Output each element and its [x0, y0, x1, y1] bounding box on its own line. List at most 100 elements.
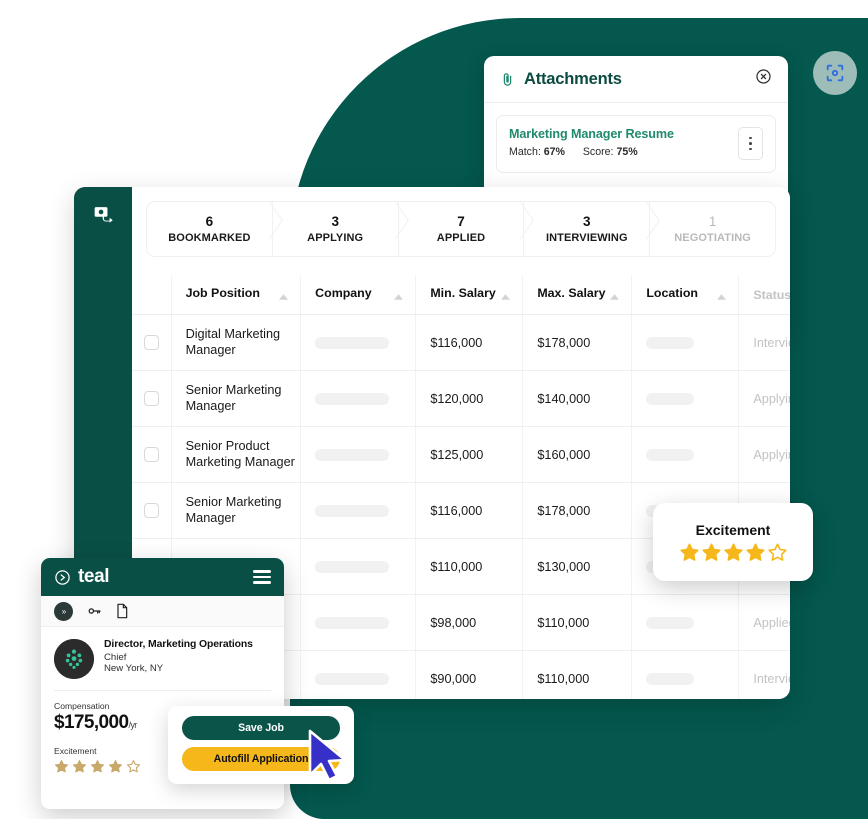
table-header-row: Job Position Company Min. Salary Max. Sa… — [132, 275, 790, 315]
column-header-status[interactable]: Status — [738, 275, 790, 315]
cell-min-salary: $116,000 — [415, 482, 524, 539]
sort-ascending-icon — [394, 289, 404, 303]
extension-company: Chief — [104, 652, 127, 663]
row-checkbox[interactable] — [144, 503, 159, 518]
attachment-menu-button[interactable] — [738, 127, 763, 160]
placeholder-bar — [646, 392, 695, 405]
divider — [54, 690, 271, 691]
pipeline-stage-bookmarked[interactable]: 6 BOOKMARKED — [147, 202, 273, 256]
cell-location — [631, 426, 740, 483]
column-header-company[interactable]: Company — [300, 275, 417, 315]
compensation-amount: $175,000 — [54, 712, 129, 733]
match-value: 67% — [543, 146, 565, 158]
row-checkbox[interactable] — [144, 335, 159, 350]
attachment-item[interactable]: Marketing Manager Resume Match: 67% Scor… — [496, 115, 776, 173]
row-checkbox-cell[interactable] — [132, 370, 172, 427]
column-label: Min. Salary — [430, 286, 496, 300]
cell-location — [631, 594, 740, 651]
sort-ascending-icon — [501, 289, 511, 303]
cell-location — [631, 650, 740, 699]
attachment-name: Marketing Manager Resume — [509, 127, 674, 141]
column-label: Job Position — [185, 286, 260, 300]
placeholder-bar — [315, 672, 390, 685]
cell-min-salary: $116,000 — [415, 314, 524, 371]
star-icon — [723, 542, 743, 561]
placeholder-bar — [315, 392, 390, 405]
column-header-job-position[interactable]: Job Position — [171, 275, 302, 315]
column-label: Status — [753, 287, 790, 302]
row-checkbox-cell[interactable] — [132, 426, 172, 483]
job-position-text: Senior Marketing Manager — [185, 382, 282, 413]
row-checkbox[interactable] — [144, 447, 159, 462]
select-all-header[interactable] — [132, 275, 172, 315]
cell-max-salary: $178,000 — [522, 314, 633, 371]
key-icon[interactable] — [86, 603, 102, 619]
cell-location — [631, 314, 740, 371]
star-icon — [127, 760, 140, 773]
cell-max-salary: $160,000 — [522, 426, 633, 483]
column-label: Max. Salary — [537, 286, 606, 300]
extension-job-summary: Director, Marketing Operations Chief New… — [54, 639, 271, 679]
document-icon[interactable] — [115, 603, 129, 619]
cell-status: Applied — [738, 594, 790, 651]
score-label: Score: — [582, 146, 614, 158]
job-position-text: Senior Marketing Manager — [185, 494, 282, 525]
cell-company — [300, 650, 417, 699]
column-header-min-salary[interactable]: Min. Salary — [415, 275, 524, 315]
star-icon — [679, 542, 699, 561]
extension-logo: teal — [54, 566, 110, 588]
cell-status: Intervie — [738, 314, 790, 371]
cell-max-salary: $140,000 — [522, 370, 633, 427]
chevrons-icon[interactable]: » — [54, 601, 73, 621]
stage-count: 1 — [708, 214, 717, 230]
pipeline-stages: 6 BOOKMARKED 3 APPLYING 7 APPLIED 3 INTERVIEWIN… — [146, 201, 776, 257]
placeholder-bar — [315, 560, 390, 573]
cell-max-salary: $110,000 — [522, 594, 633, 651]
column-header-max-salary[interactable]: Max. Salary — [522, 275, 633, 315]
excitement-label: Excitement — [695, 521, 771, 538]
row-checkbox-cell[interactable] — [132, 314, 172, 371]
stage-label: NEGOTIATING — [674, 231, 751, 244]
cell-min-salary: $110,000 — [415, 538, 524, 595]
pipeline-stage-negotiating[interactable]: 1 NEGOTIATING — [650, 202, 775, 256]
stage-label: APPLYING — [307, 231, 364, 244]
pipeline-stage-interviewing[interactable]: 3 INTERVIEWING — [524, 202, 651, 256]
placeholder-bar — [646, 616, 695, 629]
placeholder-bar — [646, 672, 695, 685]
excitement-star-rating[interactable] — [679, 542, 788, 563]
star-icon — [109, 760, 122, 773]
star-icon — [701, 542, 721, 561]
row-checkbox-cell[interactable] — [132, 482, 172, 539]
scan-capture-button[interactable] — [813, 51, 857, 95]
table-row[interactable]: Digital Marketing Manager $116,000 $178,00… — [132, 314, 790, 371]
stage-count: 3 — [331, 214, 339, 230]
teal-play-circle-icon — [55, 569, 70, 585]
table-row[interactable]: Senior Marketing Manager $120,000 $140,000… — [132, 370, 790, 427]
mouse-cursor-icon — [308, 729, 347, 782]
column-header-location[interactable]: Location — [631, 275, 740, 315]
attachments-body: Marketing Manager Resume Match: 67% Scor… — [484, 103, 788, 173]
row-checkbox[interactable] — [144, 391, 159, 406]
cell-status: Applyin — [738, 370, 790, 427]
match-label: Match: — [509, 146, 541, 158]
column-label: Company — [315, 286, 372, 300]
stage-label: BOOKMARKED — [168, 231, 251, 244]
paperclip-icon — [503, 72, 512, 86]
extension-header: teal — [41, 558, 284, 596]
attachments-title: Attachments — [524, 69, 622, 88]
cell-min-salary: $120,000 — [415, 370, 524, 427]
placeholder-bar — [315, 504, 390, 517]
attachment-metrics: Match: 67% Score: 75% — [509, 146, 674, 158]
cell-max-salary: $110,000 — [522, 650, 633, 699]
table-row[interactable]: Senior Product Marketing Manager $125,000… — [132, 426, 790, 483]
close-button[interactable] — [755, 68, 772, 90]
cell-company — [300, 594, 417, 651]
placeholder-bar — [646, 448, 695, 461]
pipeline-stage-applied[interactable]: 7 APPLIED — [399, 202, 525, 256]
star-icon — [91, 760, 104, 773]
extension-brand: teal — [78, 566, 110, 587]
teal-logo-mark — [94, 207, 113, 223]
pipeline-stage-applying[interactable]: 3 APPLYING — [273, 202, 399, 256]
star-icon — [745, 542, 765, 561]
extension-menu-button[interactable] — [253, 570, 271, 584]
